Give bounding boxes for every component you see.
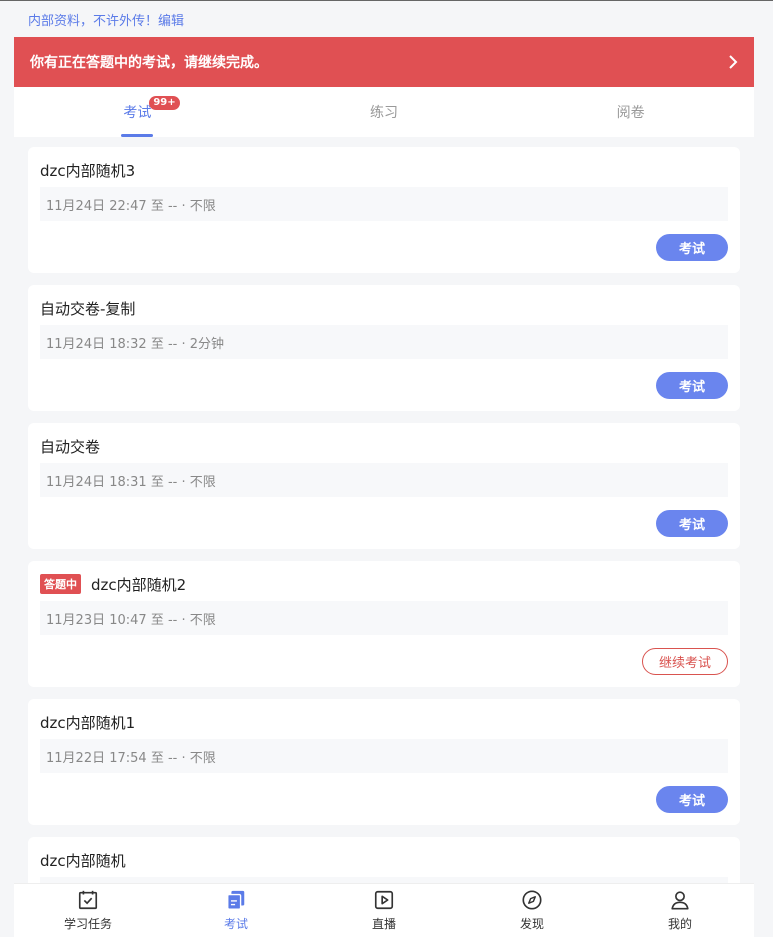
tab-label: 阅卷 <box>616 105 645 121</box>
in-progress-tag: 答题中 <box>40 574 81 594</box>
exam-meta: 11月23日 10:47 至 -- · 不限 <box>40 601 728 635</box>
tab-label: 练习 <box>370 105 398 121</box>
exam-card[interactable]: dzc内部随机3 11月24日 22:47 至 -- · 不限 考试 <box>28 147 740 273</box>
exam-title: dzc内部随机3 <box>40 161 136 180</box>
exam-title: dzc内部随机 <box>40 851 126 870</box>
exam-title: dzc内部随机1 <box>40 713 136 732</box>
tab-grading[interactable]: 阅卷 <box>507 87 754 137</box>
nav-learning-tasks[interactable]: 学习任务 <box>14 884 162 937</box>
start-exam-button[interactable]: 考试 <box>656 372 728 399</box>
exam-meta: 11月24日 18:31 至 -- · 不限 <box>40 463 728 497</box>
bottom-nav: 学习任务 考试 直播 发现 我的 <box>14 883 754 937</box>
compass-icon <box>522 890 542 910</box>
tab-bar: 考试 99+ 练习 阅卷 <box>14 87 754 137</box>
ongoing-exam-banner[interactable]: 你有正在答题中的考试，请继续完成。 <box>14 37 754 87</box>
top-border <box>0 0 773 1</box>
user-icon <box>671 891 689 910</box>
chevron-right-icon <box>726 55 740 69</box>
nav-discover[interactable]: 发现 <box>458 884 606 937</box>
exam-meta: 11月22日 17:54 至 -- · 不限 <box>40 739 728 773</box>
start-exam-button[interactable]: 考试 <box>656 786 728 813</box>
exam-card[interactable]: dzc内部随机1 11月22日 17:54 至 -- · 不限 考试 <box>28 699 740 825</box>
banner-text: 你有正在答题中的考试，请继续完成。 <box>30 55 268 71</box>
exam-list: dzc内部随机3 11月24日 22:47 至 -- · 不限 考试 自动交卷-… <box>28 147 740 937</box>
exam-title: 自动交卷-复制 <box>40 299 136 318</box>
tab-practice[interactable]: 练习 <box>261 87 508 137</box>
live-play-icon <box>374 890 394 910</box>
nav-live[interactable]: 直播 <box>310 884 458 937</box>
exam-card[interactable]: 答题中 dzc内部随机2 11月23日 10:47 至 -- · 不限 继续考试 <box>28 561 740 687</box>
tab-exam[interactable]: 考试 99+ <box>14 87 261 137</box>
start-exam-button[interactable]: 考试 <box>656 234 728 261</box>
exam-meta: 11月24日 22:47 至 -- · 不限 <box>40 187 728 221</box>
start-exam-button[interactable]: 考试 <box>656 510 728 537</box>
tab-label: 考试 <box>123 105 152 121</box>
continue-exam-button[interactable]: 继续考试 <box>642 648 728 675</box>
exam-title: 自动交卷 <box>40 437 101 456</box>
exam-card[interactable]: 自动交卷-复制 11月24日 18:32 至 -- · 2分钟 考试 <box>28 285 740 411</box>
nav-mine[interactable]: 我的 <box>606 884 754 937</box>
notice-text[interactable]: 内部资料，不许外传！编辑 <box>28 10 184 29</box>
nav-label: 直播 <box>371 917 396 931</box>
nav-exam[interactable]: 考试 <box>162 884 310 937</box>
nav-label: 考试 <box>223 917 248 931</box>
count-badge: 99+ <box>149 96 180 110</box>
task-checkbox-icon <box>78 890 98 910</box>
exam-title-row: 答题中 dzc内部随机2 <box>40 573 728 595</box>
nav-label: 学习任务 <box>63 917 112 931</box>
exam-card[interactable]: 自动交卷 11月24日 18:31 至 -- · 不限 考试 <box>28 423 740 549</box>
exam-icon <box>227 890 245 910</box>
nav-label: 发现 <box>519 917 544 931</box>
exam-title: dzc内部随机2 <box>91 575 187 594</box>
exam-meta: 11月24日 18:32 至 -- · 2分钟 <box>40 325 728 359</box>
nav-label: 我的 <box>667 917 692 931</box>
